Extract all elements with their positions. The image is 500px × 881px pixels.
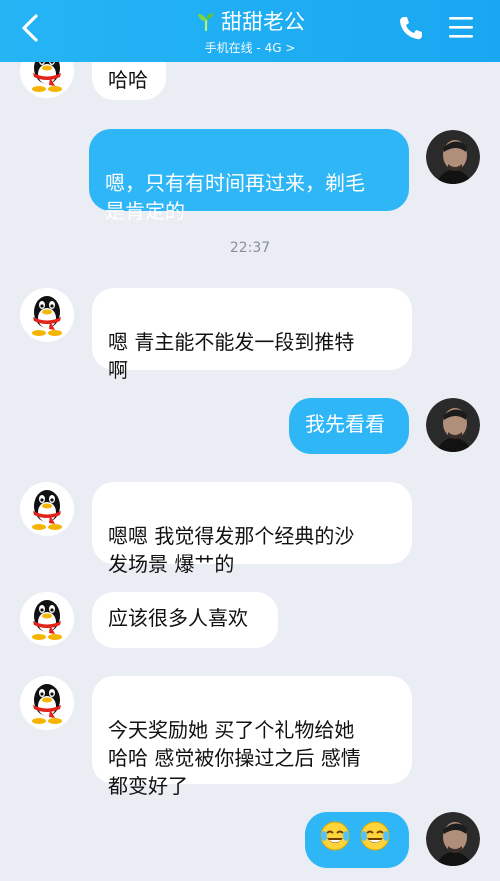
message-text: 嗯嗯 我觉得发那个经典的沙 发场景 爆艹的 [108, 524, 355, 576]
tears-of-joy-emoji-icon [320, 821, 350, 851]
user-photo-icon [426, 398, 480, 452]
emoji-row [319, 821, 395, 851]
message-bubble-outgoing[interactable] [305, 812, 409, 868]
message-bubble-outgoing[interactable]: 我先看看 [289, 398, 409, 454]
hamburger-menu-icon [449, 17, 473, 38]
user-photo-icon [426, 812, 480, 866]
my-avatar[interactable] [426, 398, 480, 452]
phone-icon [400, 17, 422, 40]
my-avatar[interactable] [426, 130, 480, 184]
contact-avatar[interactable] [20, 482, 74, 536]
message-bubble-outgoing[interactable]: 嗯，只有有时间再过来，剃毛 是肯定的 [89, 129, 409, 223]
sprout-icon [198, 13, 214, 32]
message-text: 嗯 青主能不能发一段到推特 啊 [108, 330, 355, 382]
my-avatar[interactable] [426, 812, 480, 866]
message-text: 应该很多人喜欢 [108, 606, 248, 630]
message-text: 今天奖励她 买了个礼物给她 哈哈 感觉被你操过之后 感情 都变好了 [108, 718, 361, 798]
menu-button[interactable] [446, 12, 476, 42]
message-text: 嗯，只有有时间再过来，剃毛 是肯定的 [105, 171, 365, 223]
tears-of-joy-emoji-icon [360, 821, 390, 851]
contact-avatar[interactable] [20, 592, 74, 646]
chat-header: 甜甜老公 手机在线 - 4G > [0, 0, 500, 62]
timestamp: 22:37 [229, 240, 271, 256]
message-bubble-incoming[interactable]: 应该很多人喜欢 [92, 592, 278, 648]
contact-name: 甜甜老公 [221, 10, 305, 34]
penguin-icon [20, 676, 74, 730]
penguin-icon [20, 482, 74, 536]
contact-avatar[interactable] [20, 676, 74, 730]
penguin-icon [20, 288, 74, 342]
message-bubble-incoming[interactable]: 嗯嗯 我觉得发那个经典的沙 发场景 爆艹的 [92, 482, 412, 576]
message-bubble-incoming[interactable]: 嗯 青主能不能发一段到推特 啊 [92, 288, 412, 382]
message-bubble-incoming[interactable]: 今天奖励她 买了个礼物给她 哈哈 感觉被你操过之后 感情 都变好了 [92, 676, 412, 798]
message-text: 我先看看 [305, 412, 385, 436]
penguin-icon [20, 592, 74, 646]
chat-area[interactable]: 哈哈 嗯，只有有时间再过来，剃毛 是肯定的 22:37 嗯 青主能不能发一段到推… [0, 0, 500, 881]
contact-avatar[interactable] [20, 288, 74, 342]
user-photo-icon [426, 130, 480, 184]
call-button[interactable] [396, 13, 426, 43]
